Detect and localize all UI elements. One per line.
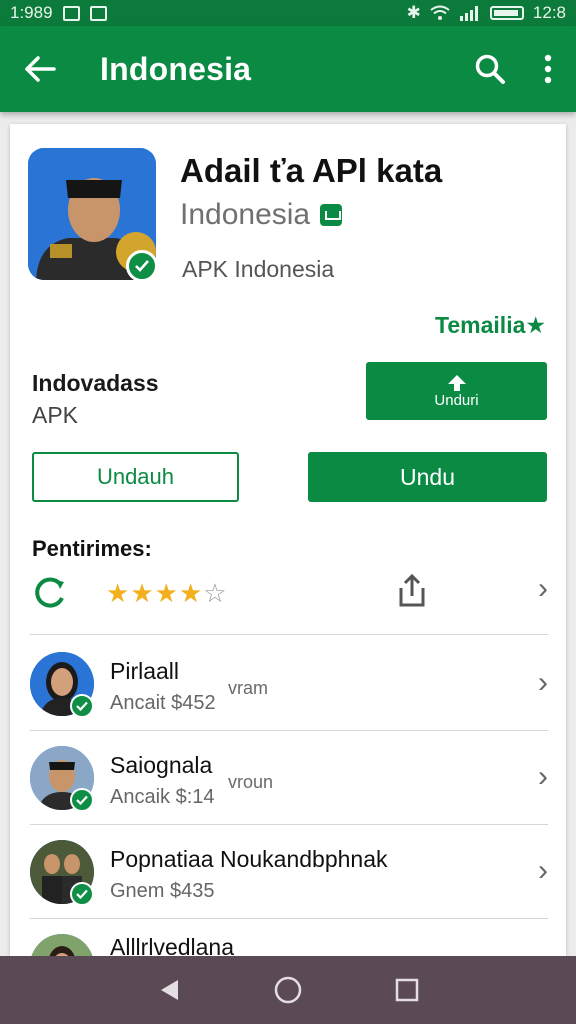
signal-icon <box>459 6 478 21</box>
nav-home-button[interactable] <box>268 970 308 1010</box>
upload-arrow-icon <box>447 374 466 391</box>
more-vert-icon <box>544 54 552 84</box>
app-bar: Indonesia <box>0 26 576 112</box>
refresh-icon[interactable] <box>32 576 68 615</box>
list-item-tag: vram <box>228 678 268 698</box>
status-time: 1:989 <box>10 3 53 22</box>
share-icon[interactable] <box>398 573 426 613</box>
chevron-right-icon: › <box>538 666 548 699</box>
info-title: Indovadass <box>32 370 159 396</box>
battery-icon <box>489 6 524 20</box>
verified-badge-icon <box>70 788 94 812</box>
app-details-card: Adail ťa APl kata Indonesia APK Indonesi… <box>10 124 566 964</box>
circle-home-icon <box>274 976 302 1004</box>
battery-text: 12:8 <box>532 3 566 22</box>
developer-badge-icon <box>320 204 343 226</box>
star-filled-icon: ★ <box>178 578 204 608</box>
featured-label: Temailia★ <box>435 312 546 338</box>
search-button[interactable] <box>460 26 520 112</box>
install-button-label: Unduri <box>434 391 479 409</box>
app-name: Adail ťa APl kata <box>180 152 443 189</box>
arrow-left-icon <box>25 56 56 82</box>
triangle-back-icon <box>161 980 179 1000</box>
reviews-title: Pentirimes: <box>32 536 152 561</box>
list-item-name: Popnatiaa Noukandbphnak <box>110 846 388 872</box>
chevron-right-icon[interactable]: › <box>538 572 548 606</box>
bluetooth-icon: ✱ <box>406 3 421 22</box>
info-subtitle: APK <box>32 402 79 428</box>
verified-badge-icon <box>70 882 94 906</box>
list-item[interactable]: Popnatiaa Noukandbphnak Gnem $435 › <box>10 826 566 918</box>
developer-name: Indonesia <box>180 198 311 231</box>
page-title: Indonesia <box>100 50 252 87</box>
list-item-meta: Gnem $435 <box>110 880 215 902</box>
list-item-meta: Ancaik $:14 <box>110 786 215 808</box>
star-empty-icon: ☆ <box>203 578 228 608</box>
app-developer[interactable]: Indonesia <box>180 198 343 232</box>
nav-recents-button[interactable] <box>387 970 427 1010</box>
verified-badge-icon <box>70 694 94 718</box>
install-button[interactable]: Unduri <box>366 362 547 420</box>
search-icon <box>475 54 505 84</box>
list-item-name: Pirlaall <box>110 658 180 684</box>
nav-back-button[interactable] <box>149 970 189 1010</box>
divider <box>30 824 548 825</box>
system-nav-bar <box>0 956 576 1024</box>
download-outline-button[interactable]: Undauh <box>32 452 239 502</box>
shield-notification-icon <box>89 5 107 21</box>
wifi-icon <box>430 5 450 20</box>
list-item[interactable]: Saiognala Ancaik $:14 vroun › <box>10 732 566 824</box>
star-rating: ★★★★☆ <box>106 578 228 609</box>
star-filled-icon: ★ <box>154 578 179 608</box>
download-button[interactable]: Undu <box>308 452 547 502</box>
back-button[interactable] <box>0 26 80 112</box>
list-item-name: Saiognala <box>110 752 213 778</box>
app-subtitle: APK Indonesia <box>182 256 335 282</box>
list-item-tag: vroun <box>228 772 274 792</box>
divider <box>30 918 548 919</box>
star-filled-icon: ★ <box>130 578 155 608</box>
chevron-right-icon: › <box>538 854 548 887</box>
notification-icon <box>62 5 80 21</box>
divider <box>30 730 548 731</box>
chevron-right-icon: › <box>538 760 548 793</box>
square-recents-icon <box>395 978 418 1002</box>
status-bar: 1:989 ✱ 12:8 <box>0 0 576 26</box>
more-options-button[interactable] <box>520 26 576 112</box>
list-item[interactable]: Pirlaall Ancait $452 vram › <box>10 638 566 730</box>
rating-row[interactable]: ★★★★☆ › <box>10 570 566 616</box>
list-item-meta: Ancait $452 <box>110 692 216 714</box>
verified-badge-icon <box>126 250 158 282</box>
star-filled-icon: ★ <box>106 578 131 608</box>
divider <box>30 634 548 635</box>
